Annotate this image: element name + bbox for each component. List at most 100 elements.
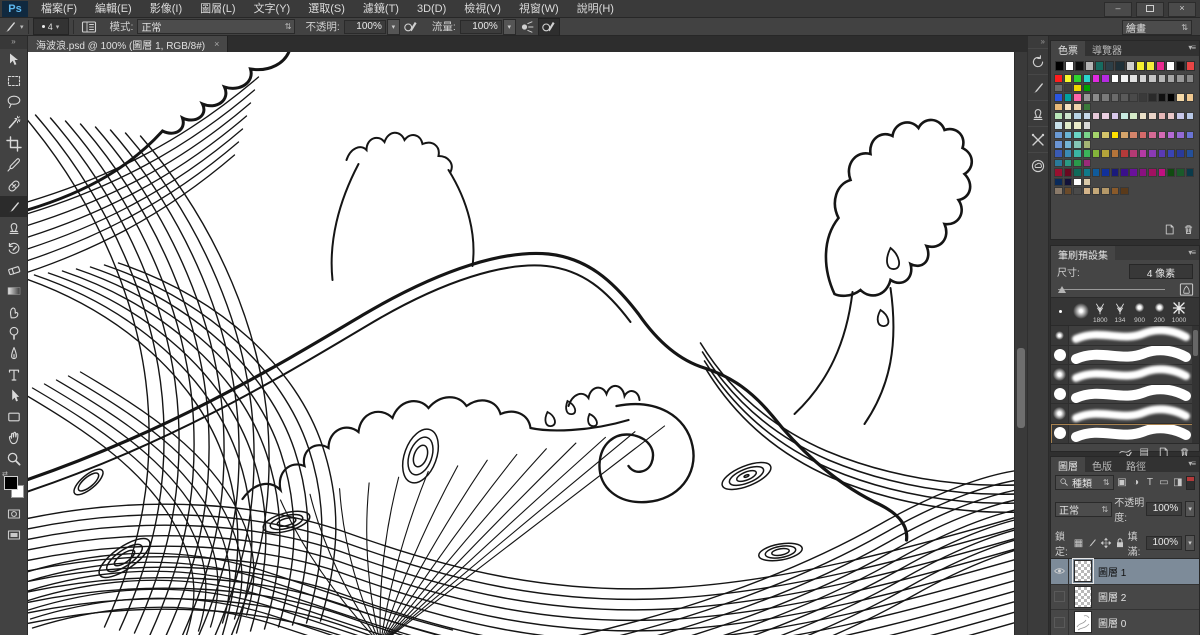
color-swatch[interactable] — [1139, 112, 1148, 121]
color-swatch[interactable] — [1101, 149, 1110, 158]
workspace-switcher[interactable]: 繪畫 ⇅ — [1122, 20, 1192, 35]
brush-preset[interactable] — [1071, 298, 1091, 325]
color-swatch[interactable] — [1167, 112, 1176, 121]
brush-preset-picker[interactable]: 4 ▾ — [33, 18, 69, 35]
color-swatch[interactable] — [1101, 168, 1110, 177]
brush-stroke-preset[interactable] — [1051, 346, 1199, 366]
brush-panel-icon[interactable] — [1028, 74, 1048, 100]
menu-select[interactable]: 選取(S) — [299, 0, 354, 18]
color-swatch[interactable] — [1064, 140, 1073, 149]
color-swatch[interactable] — [1073, 103, 1082, 112]
color-swatch[interactable] — [1064, 74, 1073, 83]
color-swatch[interactable] — [1148, 74, 1157, 83]
color-swatch[interactable] — [1158, 131, 1167, 140]
color-swatch[interactable] — [1054, 140, 1063, 149]
new-swatch-icon[interactable] — [1163, 223, 1176, 236]
color-swatch[interactable] — [1167, 149, 1176, 158]
color-swatch[interactable] — [1054, 159, 1063, 168]
flow-input[interactable]: 100% — [460, 20, 502, 34]
lock-transparency-icon[interactable]: ▦ — [1073, 538, 1083, 549]
color-swatch[interactable] — [1101, 131, 1110, 140]
eraser-tool[interactable] — [0, 259, 27, 280]
clone-source-panel-icon[interactable] — [1028, 100, 1048, 126]
color-swatch[interactable] — [1120, 74, 1129, 83]
layer-opacity-input[interactable]: 100% — [1146, 502, 1182, 516]
zoom-tool[interactable] — [0, 448, 27, 469]
brush-size-input[interactable]: 4 像素 — [1129, 264, 1193, 279]
move-tool[interactable] — [0, 49, 27, 70]
color-swatch[interactable] — [1139, 93, 1148, 102]
gradient-tool[interactable] — [0, 280, 27, 301]
color-swatch[interactable] — [1092, 149, 1101, 158]
color-swatch[interactable] — [1064, 112, 1073, 121]
brush-tool-icon[interactable] — [0, 19, 20, 35]
color-swatch[interactable] — [1148, 168, 1157, 177]
recent-color-swatch[interactable] — [1115, 61, 1124, 71]
recent-color-swatch[interactable] — [1166, 61, 1175, 71]
color-swatch[interactable] — [1064, 149, 1073, 158]
filter-type-layers-icon[interactable]: T — [1144, 477, 1155, 488]
color-swatch[interactable] — [1139, 168, 1148, 177]
color-swatch[interactable] — [1120, 168, 1129, 177]
tool-presets-panel-icon[interactable] — [1028, 126, 1048, 152]
recent-color-swatch[interactable] — [1176, 61, 1185, 71]
color-swatch[interactable] — [1083, 131, 1092, 140]
minimize-button[interactable]: – — [1104, 2, 1132, 17]
panel-menu-icon[interactable]: ▾≡ — [1188, 457, 1199, 472]
color-swatch[interactable] — [1176, 112, 1185, 121]
recent-color-swatch[interactable] — [1095, 61, 1104, 71]
color-swatch[interactable] — [1054, 187, 1063, 196]
color-swatch[interactable] — [1054, 84, 1063, 93]
filter-pixel-layers-icon[interactable]: ▣ — [1117, 477, 1128, 488]
tab-layers[interactable]: 圖層 — [1051, 457, 1085, 472]
lock-pixels-icon[interactable] — [1086, 537, 1098, 549]
history-brush-tool[interactable] — [0, 238, 27, 259]
brush-preset[interactable]: 200 — [1149, 298, 1169, 325]
dodge-tool[interactable] — [0, 322, 27, 343]
color-swatch[interactable] — [1111, 112, 1120, 121]
layer-visibility-toggle[interactable] — [1051, 610, 1069, 635]
color-swatch[interactable] — [1092, 168, 1101, 177]
brush-stroke-preset[interactable] — [1051, 385, 1199, 405]
color-swatch[interactable] — [1129, 93, 1138, 102]
color-swatch[interactable] — [1167, 74, 1176, 83]
panel-menu-icon[interactable]: ▾≡ — [1188, 246, 1199, 260]
opacity-dropdown-button[interactable]: ▾ — [1185, 501, 1195, 517]
color-swatch[interactable] — [1083, 187, 1092, 196]
rectangle-tool[interactable] — [0, 406, 27, 427]
color-swatch[interactable] — [1064, 84, 1073, 93]
brush-preset[interactable]: 134 — [1110, 298, 1130, 325]
color-swatch[interactable] — [1129, 149, 1138, 158]
flow-dropdown-button[interactable]: ▾ — [503, 19, 516, 35]
menu-filter[interactable]: 濾鏡(T) — [354, 0, 408, 18]
color-swatch[interactable] — [1073, 84, 1082, 93]
layer-thumbnail[interactable] — [1074, 560, 1092, 582]
color-swatch[interactable] — [1054, 168, 1063, 177]
brush-stroke-preset[interactable] — [1051, 365, 1199, 385]
color-swatch[interactable] — [1176, 168, 1185, 177]
recent-color-swatch[interactable] — [1105, 61, 1114, 71]
layer-visibility-toggle[interactable] — [1051, 585, 1069, 610]
layer-blend-mode-select[interactable]: 正常 ⇅ — [1055, 502, 1112, 517]
color-swatch[interactable] — [1111, 93, 1120, 102]
color-swatch[interactable] — [1083, 159, 1092, 168]
color-swatch[interactable] — [1064, 131, 1073, 140]
layer-row[interactable]: 圖層 1 — [1051, 559, 1199, 585]
menu-edit[interactable]: 編輯(E) — [86, 0, 141, 18]
clone-stamp-tool[interactable] — [0, 217, 27, 238]
color-swatch[interactable] — [1176, 149, 1185, 158]
color-swatch[interactable] — [1064, 178, 1073, 187]
menu-3d[interactable]: 3D(D) — [408, 0, 455, 18]
color-swatch[interactable] — [1083, 121, 1092, 130]
brush-list-scrollbar[interactable] — [1192, 326, 1199, 443]
filtering-toggle[interactable] — [1186, 476, 1195, 490]
tab-navigator[interactable]: 導覽器 — [1085, 41, 1129, 56]
color-swatch[interactable] — [1064, 121, 1073, 130]
color-swatch[interactable] — [1148, 93, 1157, 102]
color-swatch[interactable] — [1073, 93, 1082, 102]
color-swatch[interactable] — [1083, 168, 1092, 177]
brush-tool[interactable] — [0, 196, 27, 217]
smudge-tool[interactable] — [0, 301, 27, 322]
screen-mode-button[interactable] — [0, 524, 27, 545]
layer-thumbnail[interactable] — [1074, 586, 1092, 608]
